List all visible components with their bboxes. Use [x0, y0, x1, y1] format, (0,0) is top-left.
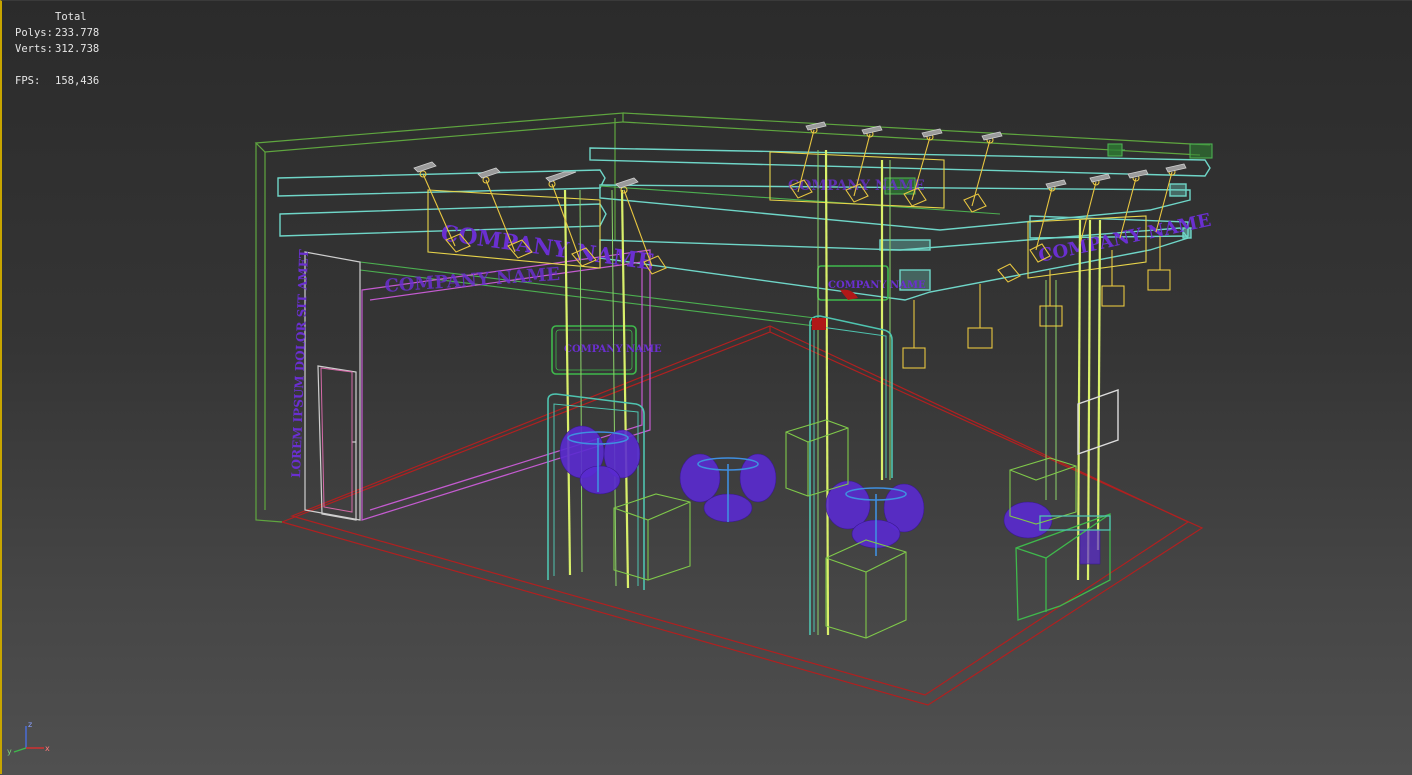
fps-value: 158,436: [55, 75, 100, 87]
door-trim: [320, 367, 353, 513]
wall-vertical-text: LOREM IPSUM DOLOR SIT AMET: [289, 249, 311, 478]
main-sign-text-2: COMPANY NAME: [384, 264, 561, 297]
3d-viewport[interactable]: LOREM IPSUM DOLOR SIT AMET COMPANY NAME …: [0, 0, 1412, 775]
axis-gizmo: z x y: [7, 720, 50, 756]
stats-header: Total: [55, 11, 87, 23]
furniture: [559, 425, 1101, 565]
hanging-lamps: [902, 236, 1171, 369]
axis-z-label: z: [28, 720, 32, 729]
polys-value: 233.778: [55, 27, 100, 39]
scene-wireframe: LOREM IPSUM DOLOR SIT AMET COMPANY NAME …: [254, 112, 1213, 706]
viewport-statistics: Total Polys: 233.778 Verts: 312.738 FPS: 15…: [15, 9, 99, 89]
red-accent: [812, 289, 858, 330]
verts-label: Verts:: [15, 43, 53, 55]
axis-y-label: y: [7, 747, 12, 756]
polys-label: Polys:: [15, 27, 53, 39]
column-sign-text: COMPANY NAME: [828, 280, 926, 291]
fps-label: FPS:: [15, 75, 41, 87]
small-sign-text: COMPANY NAME: [564, 344, 662, 355]
axis-x-label: x: [45, 744, 50, 753]
verts-value: 312.738: [55, 43, 100, 55]
